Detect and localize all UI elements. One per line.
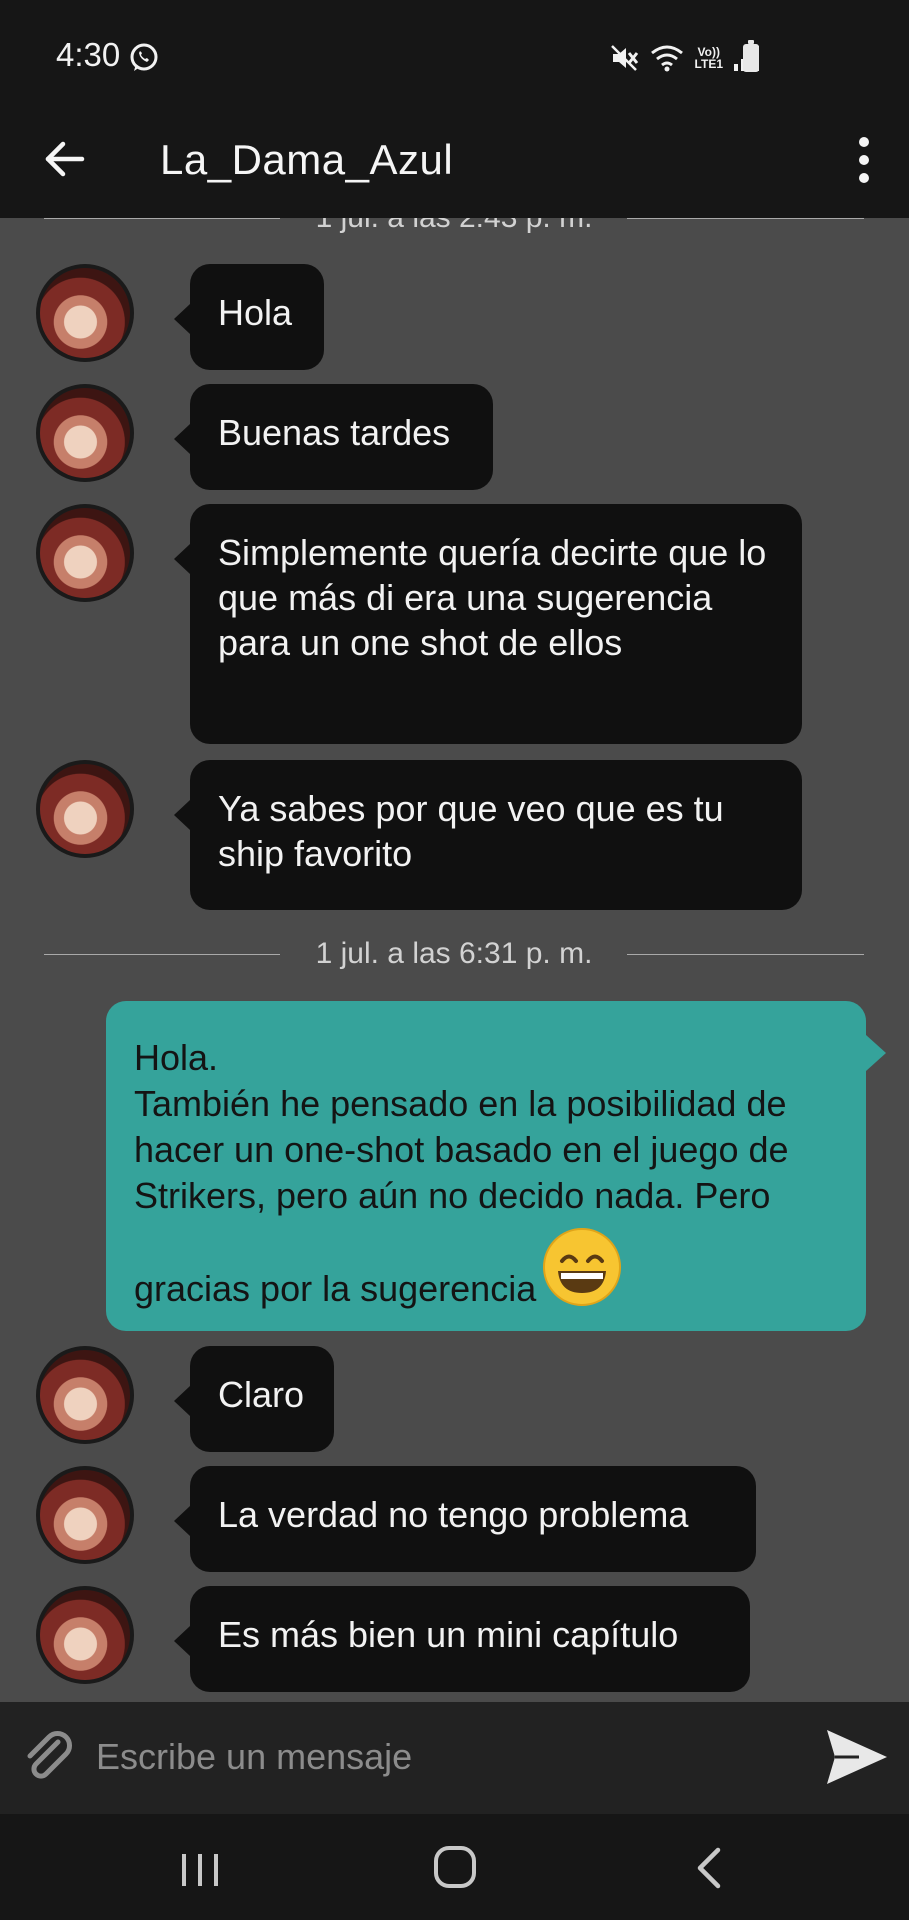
status-time: 4:30 bbox=[56, 36, 121, 73]
date-separator-text: 1 jul. a las 2:43 p. m. bbox=[44, 218, 864, 235]
message-bubble-incoming[interactable]: Simplemente quería decirte que lo que má… bbox=[174, 504, 802, 744]
avatar[interactable] bbox=[36, 384, 134, 482]
avatar[interactable] bbox=[36, 1346, 134, 1444]
message-bubble-incoming[interactable]: Claro bbox=[174, 1346, 334, 1452]
message-text: gracias por la sugerencia bbox=[134, 1268, 537, 1309]
message-bubble-incoming[interactable]: Es más bien un mini capítulo bbox=[174, 1586, 750, 1692]
back-arrow-icon[interactable] bbox=[40, 134, 90, 184]
chat-area[interactable]: 1 jul. a las 2:43 p. m. Hola Buenas tard… bbox=[0, 218, 909, 1702]
mute-icon bbox=[610, 45, 638, 71]
avatar[interactable] bbox=[36, 1586, 134, 1684]
date-separator: 1 jul. a las 6:31 p. m. bbox=[44, 935, 864, 975]
message-input[interactable] bbox=[96, 1724, 796, 1790]
status-icons: Vo)) LTE1 bbox=[609, 40, 761, 76]
message-text-line: gracias por la sugerencia bbox=[134, 1227, 838, 1312]
send-icon[interactable] bbox=[825, 1726, 889, 1788]
more-options-icon[interactable] bbox=[839, 132, 889, 188]
home-icon[interactable] bbox=[432, 1844, 478, 1890]
battery-icon bbox=[743, 40, 759, 72]
message-bubble-outgoing[interactable]: Hola. También he pensado en la posibilid… bbox=[106, 1001, 886, 1331]
avatar[interactable] bbox=[36, 264, 134, 362]
nav-back-icon[interactable] bbox=[690, 1846, 730, 1890]
system-nav-bar bbox=[0, 1814, 909, 1920]
message-bubble-incoming[interactable]: Hola bbox=[174, 264, 324, 370]
app-bar: La_Dama_Azul bbox=[0, 110, 909, 218]
message-text: Hola. bbox=[134, 1037, 219, 1078]
date-separator: 1 jul. a las 2:43 p. m. bbox=[44, 218, 864, 239]
attach-clip-icon[interactable] bbox=[20, 1728, 78, 1786]
message-bubble-incoming[interactable]: La verdad no tengo problema bbox=[174, 1466, 756, 1572]
grinning-face-emoji-icon bbox=[543, 1228, 622, 1306]
avatar[interactable] bbox=[36, 504, 134, 602]
whatsapp-icon bbox=[130, 43, 158, 71]
avatar[interactable] bbox=[36, 1466, 134, 1564]
wifi-icon bbox=[650, 45, 683, 72]
status-bar: 4:30 Vo)) LTE1 bbox=[0, 0, 909, 110]
message-text: También he pensado en la posibilidad de … bbox=[134, 1083, 789, 1216]
message-input-bar bbox=[0, 1702, 909, 1814]
volte-icon: Vo)) LTE1 bbox=[694, 45, 723, 71]
message-bubble-incoming[interactable]: Ya sabes por que veo que es tu ship favo… bbox=[174, 760, 802, 910]
chat-title: La_Dama_Azul bbox=[160, 136, 454, 183]
avatar[interactable] bbox=[36, 760, 134, 858]
message-bubble-incoming[interactable]: Buenas tardes bbox=[174, 384, 493, 490]
recents-icon[interactable] bbox=[178, 1850, 222, 1890]
